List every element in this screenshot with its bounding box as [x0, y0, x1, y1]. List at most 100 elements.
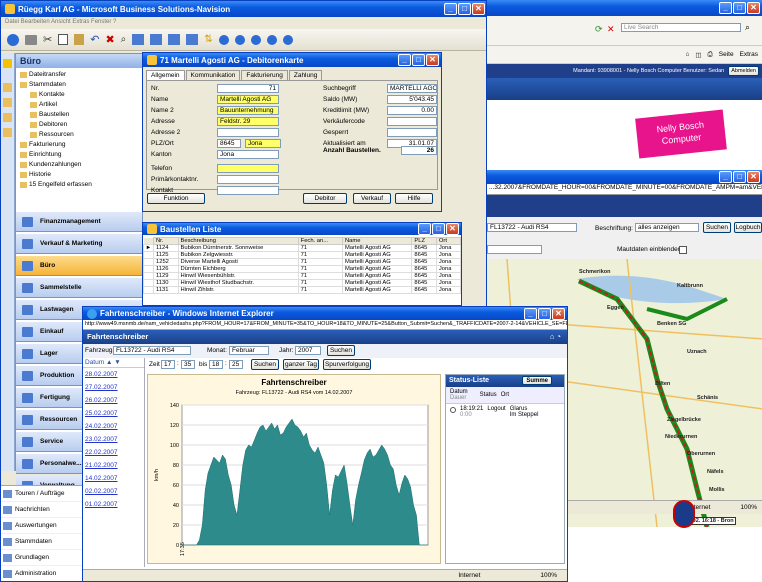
row-selector[interactable] — [143, 279, 154, 287]
table-row[interactable]: 1126 Dürnten Eichberg 71 Martelli Agosti AG… — [143, 265, 461, 273]
folder-icon[interactable] — [3, 113, 12, 122]
module-button[interactable]: Finanzmanagement — [16, 212, 142, 232]
tree-item[interactable]: Dateitransfer — [20, 70, 138, 80]
table-header[interactable]: PLZ — [411, 237, 437, 245]
tree-item[interactable]: Stammdaten — [20, 80, 138, 90]
folder-icon[interactable] — [3, 128, 12, 137]
print-icon[interactable]: ⎙ — [708, 51, 713, 59]
row-selector[interactable]: ► — [143, 244, 154, 252]
navision-title-bar[interactable]: Rüegg Karl AG - Microsoft Business Solut… — [1, 1, 487, 17]
minimize-button[interactable]: _ — [719, 171, 732, 183]
home-icon[interactable]: ⌂ — [685, 51, 689, 58]
card-button[interactable]: Funktion — [147, 193, 205, 204]
date-link[interactable]: 27.02.2007 — [83, 381, 144, 394]
card-field-value[interactable] — [217, 175, 279, 184]
module-button[interactable]: Verkauf & Marketing — [16, 234, 142, 254]
summe-button[interactable]: Summe — [522, 376, 552, 385]
card-tab[interactable]: Fakturierung — [241, 70, 288, 80]
card-tab[interactable]: Kommunikation — [185, 70, 241, 80]
card-field-value[interactable] — [217, 164, 279, 173]
date-link[interactable]: 26.02.2007 — [83, 394, 144, 407]
map-date-field[interactable] — [487, 245, 542, 254]
map-address-bar[interactable]: ...32.2007&FROMDATE_HOUR=00&FROMDATE_MIN… — [487, 184, 762, 195]
cut-icon[interactable]: ✂ — [43, 33, 52, 46]
zoom-level[interactable]: 100% — [740, 504, 757, 511]
maximize-button[interactable]: □ — [733, 2, 746, 14]
table-header[interactable]: Ort — [435, 237, 461, 245]
maximize-button[interactable]: □ — [538, 307, 551, 320]
table-header[interactable]: Nr. — [153, 237, 179, 245]
fahrtenschreiber-title-bar[interactable]: Fahrtenschreiber - Windows Internet Expl… — [83, 307, 567, 320]
bottom-nav-item[interactable]: Touren / Aufträge — [1, 486, 83, 502]
card-field-value[interactable]: Bauunternehmung — [217, 106, 279, 115]
sort-icon[interactable]: ⇅ — [204, 34, 212, 45]
card-field-value[interactable]: 0.00 — [387, 106, 437, 115]
card-field-value[interactable]: Jona — [217, 150, 279, 159]
time-suchen-button[interactable]: Suchen — [251, 359, 279, 370]
fs-suchen-button[interactable]: Suchen — [327, 345, 355, 356]
date-link[interactable]: 02.02.2007 — [83, 485, 144, 498]
row-selector[interactable] — [143, 251, 154, 259]
minimize-button[interactable]: _ — [524, 307, 537, 320]
date-link[interactable]: 14.02.2007 — [83, 472, 144, 485]
ganzer-tag-button[interactable]: ganzer Tag — [283, 359, 319, 370]
maximize-button[interactable]: □ — [733, 171, 746, 183]
folder-icon[interactable] — [3, 83, 12, 92]
zeit-from-minute[interactable]: 35 — [181, 360, 195, 369]
date-link[interactable]: 01.02.2007 — [83, 498, 144, 511]
tree-item[interactable]: Historie — [20, 170, 138, 180]
filter-icon[interactable] — [132, 34, 145, 45]
stop-icon[interactable]: ✕ — [607, 24, 615, 35]
maximize-button[interactable]: □ — [432, 223, 445, 235]
minimize-button[interactable]: _ — [418, 223, 431, 235]
live-search-input[interactable]: Live Search — [621, 23, 741, 32]
paste-icon[interactable] — [74, 34, 85, 45]
card-field-value[interactable]: Feldstr. 29 — [217, 117, 279, 126]
tools-menu[interactable]: Extras — [740, 51, 758, 58]
module-button[interactable]: Büro — [16, 256, 142, 276]
close-button[interactable]: ✕ — [747, 171, 760, 183]
close-button[interactable]: ✕ — [747, 2, 760, 14]
debitor-card-title-bar[interactable]: 71 Martelli Agosti AG - Debitorenkarte _… — [143, 53, 441, 67]
tree-item[interactable]: 15 Engelfeld erfassen — [20, 180, 138, 190]
date-link[interactable]: 25.02.2007 — [83, 407, 144, 420]
print-icon[interactable] — [25, 34, 37, 45]
zeit-to-hour[interactable]: 18 — [209, 360, 223, 369]
folder-icon[interactable] — [3, 98, 12, 107]
card-field-value[interactable]: Martelli Agosti AG — [217, 95, 279, 104]
bottom-nav-item[interactable]: Nachrichten — [1, 502, 83, 518]
logbuch-button[interactable]: Logbuch — [734, 222, 762, 233]
card-field-value[interactable] — [387, 128, 437, 137]
delete-icon[interactable]: ✖ — [105, 33, 114, 46]
row-selector[interactable] — [143, 286, 154, 294]
fahrtenschreiber-address-bar[interactable]: http://www49.msnmb.de/nam_vehicledashs.p… — [83, 320, 567, 330]
date-link[interactable]: 23.02.2007 — [83, 433, 144, 446]
table-header[interactable]: Fech. an... — [297, 237, 343, 245]
filter3-icon[interactable] — [168, 34, 181, 45]
date-link[interactable]: 21.02.2007 — [83, 459, 144, 472]
star-icon[interactable] — [3, 59, 12, 68]
filter4-icon[interactable] — [186, 34, 199, 45]
map-search-button[interactable]: Suchen — [703, 222, 731, 233]
ie-map-title-bar[interactable]: _ □ ✕ — [487, 0, 762, 16]
vehicle-select[interactable]: FL13722 - Audi RS4 — [487, 223, 577, 232]
module-button[interactable]: Sammelstelle — [16, 278, 142, 298]
row-selector[interactable] — [143, 272, 154, 280]
ort-field[interactable]: Jona — [245, 139, 281, 148]
beschriftung-select[interactable]: alles anzeigen — [635, 223, 699, 232]
jahr-select[interactable]: 2007 — [295, 346, 321, 355]
logout-button[interactable]: Abmelden — [728, 66, 759, 76]
tree-item[interactable]: Baustellen — [20, 110, 138, 120]
refresh-icon[interactable]: ⟳ — [595, 24, 603, 35]
bottom-nav-item[interactable]: Administration — [1, 566, 83, 581]
tree-item[interactable]: Ressourcen — [20, 130, 138, 140]
monat-select[interactable]: Februar — [229, 346, 269, 355]
card-field-value[interactable]: 71 — [217, 84, 279, 93]
card-field-value[interactable]: MARTELLI AGOST... — [387, 84, 437, 93]
zeit-to-minute[interactable]: 25 — [229, 360, 243, 369]
card-field-value[interactable]: 5'043.45 — [387, 95, 437, 104]
nav-next-icon[interactable] — [250, 34, 261, 45]
card-tab[interactable]: Zahlung — [288, 70, 323, 80]
table-row[interactable]: 1130 Hinwil Wiesthof Studbachstr. 71 Martel… — [143, 279, 461, 287]
close-button[interactable]: ✕ — [446, 223, 459, 235]
